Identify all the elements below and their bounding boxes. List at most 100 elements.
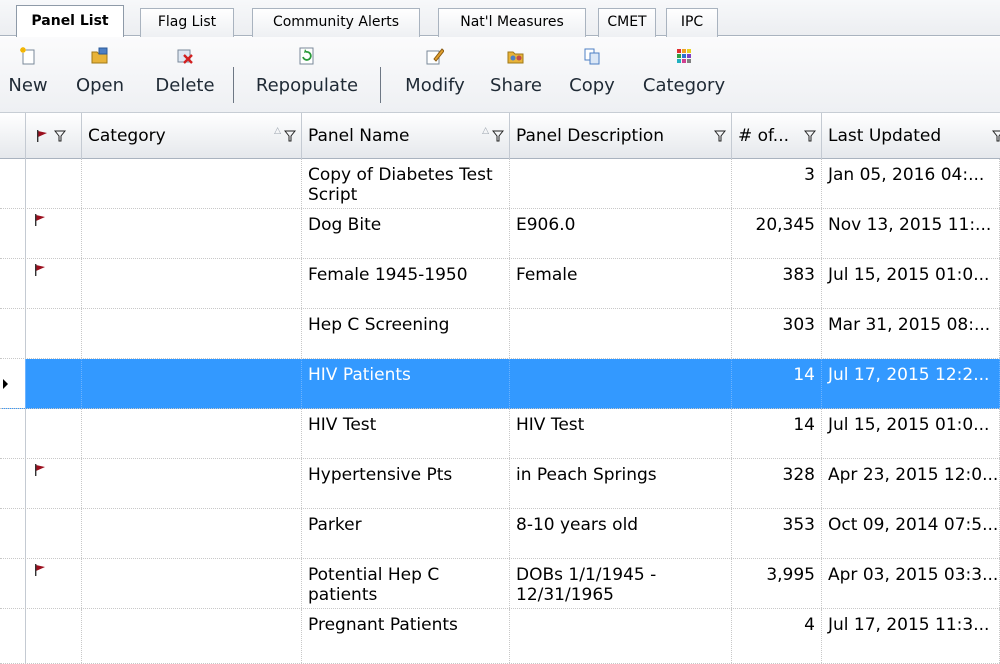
flag-cell[interactable]: [26, 209, 82, 258]
row-selector[interactable]: [0, 209, 26, 258]
panel-description-cell: 8-10 years old: [510, 509, 732, 558]
table-row[interactable]: Hep C Screening 303 Mar 31, 2015 08:...: [0, 309, 1000, 359]
copy-button[interactable]: Copy: [560, 41, 624, 109]
repopulate-label: Repopulate: [255, 75, 359, 96]
filter-funnel-icon[interactable]: [714, 130, 726, 142]
category-cell: [82, 559, 302, 608]
new-document-icon: [20, 47, 35, 65]
filter-funnel-icon[interactable]: [992, 130, 1000, 142]
column-header-last-updated[interactable]: Last Updated: [822, 113, 1000, 159]
new-button[interactable]: New: [0, 41, 56, 109]
last-updated-cell: Jul 15, 2015 01:0...: [822, 259, 1000, 308]
flag-cell[interactable]: [26, 409, 82, 458]
count-cell: 14: [732, 359, 822, 408]
panel-description-cell: E906.0: [510, 209, 732, 258]
share-icon: [507, 51, 524, 64]
filter-funnel-icon[interactable]: [54, 130, 66, 142]
count-cell: 383: [732, 259, 822, 308]
open-button[interactable]: Open: [62, 41, 138, 109]
toolbar-separator: [380, 67, 381, 103]
count-cell: 20,345: [732, 209, 822, 258]
flag-cell[interactable]: [26, 609, 82, 663]
tab-cmet[interactable]: CMET: [598, 8, 656, 37]
flag-cell[interactable]: [26, 559, 82, 608]
table-row[interactable]: Copy of Diabetes Test Script 3 Jan 05, 201…: [0, 159, 1000, 209]
grid-header: Category △ Panel Name △ Panel Descriptio…: [0, 113, 1000, 159]
filter-funnel-icon[interactable]: [492, 130, 504, 142]
last-updated-cell: Jan 05, 2016 04:...: [822, 159, 1000, 208]
last-updated-cell: Jul 17, 2015 12:2...: [822, 359, 1000, 408]
row-selector[interactable]: [0, 409, 26, 458]
column-header-panel-description[interactable]: Panel Description: [510, 113, 732, 159]
category-button[interactable]: Category: [634, 41, 734, 109]
delete-label: Delete: [155, 75, 215, 96]
row-selector[interactable]: [0, 609, 26, 663]
tab-panel-list[interactable]: Panel List: [16, 5, 124, 37]
table-row[interactable]: HIV Test HIV Test 14 Jul 15, 2015 01:0...: [0, 409, 1000, 459]
share-button[interactable]: Share: [482, 41, 550, 109]
last-updated-cell: Oct 09, 2014 07:5...: [822, 509, 1000, 558]
row-selector[interactable]: [0, 359, 26, 408]
flag-cell[interactable]: [26, 459, 82, 508]
category-grid-icon: [677, 49, 691, 63]
current-row-pointer-icon: [3, 378, 8, 389]
row-selector[interactable]: [0, 259, 26, 308]
panel-grid: Category △ Panel Name △ Panel Descriptio…: [0, 113, 1000, 664]
flag-cell[interactable]: [26, 509, 82, 558]
panel-name-cell: Copy of Diabetes Test Script: [302, 159, 510, 208]
table-row[interactable]: Female 1945-1950 Female 383 Jul 15, 2015 01…: [0, 259, 1000, 309]
flag-cell[interactable]: [26, 159, 82, 208]
panel-name-cell: Parker: [302, 509, 510, 558]
table-row[interactable]: HIV Patients 14 Jul 17, 2015 12:2...: [0, 359, 1000, 409]
last-updated-header-label: Last Updated: [828, 126, 942, 146]
panel-name-cell: Female 1945-1950: [302, 259, 510, 308]
tab-flag-list[interactable]: Flag List: [140, 8, 234, 37]
repopulate-button[interactable]: Repopulate: [246, 41, 368, 109]
row-selector[interactable]: [0, 559, 26, 608]
count-cell: 14: [732, 409, 822, 458]
tab-ipc[interactable]: IPC: [666, 8, 718, 37]
filter-funnel-icon[interactable]: [804, 130, 816, 142]
last-updated-cell: Jul 17, 2015 11:3...: [822, 609, 1000, 663]
flag-cell[interactable]: [26, 259, 82, 308]
row-selector[interactable]: [0, 459, 26, 508]
panel-description-cell: [510, 309, 732, 358]
panel-description-cell: HIV Test: [510, 409, 732, 458]
panel-list-window: Panel List Flag List Community Alerts Na…: [0, 0, 1000, 664]
row-selector[interactable]: [0, 509, 26, 558]
toolbar-separator: [233, 67, 234, 103]
count-header-label: # of...: [738, 126, 790, 146]
table-row[interactable]: Dog Bite E906.0 20,345 Nov 13, 2015 11:...: [0, 209, 1000, 259]
flag-cell[interactable]: [26, 359, 82, 408]
column-header-count[interactable]: # of...: [732, 113, 822, 159]
modify-icon: [426, 48, 444, 65]
flag-icon: [35, 214, 45, 226]
panel-description-header-label: Panel Description: [516, 126, 665, 146]
modify-button[interactable]: Modify: [390, 41, 480, 109]
filter-funnel-icon[interactable]: [284, 130, 296, 142]
row-selector[interactable]: [0, 159, 26, 208]
table-row[interactable]: Hypertensive Pts in Peach Springs 328 Apr 2…: [0, 459, 1000, 509]
new-label: New: [8, 75, 48, 96]
last-updated-cell: Mar 31, 2015 08:...: [822, 309, 1000, 358]
flag-column-header[interactable]: [26, 113, 82, 159]
table-row[interactable]: Potential Hep C patients DOBs 1/1/1945 - …: [0, 559, 1000, 609]
flag-icon: [37, 130, 47, 142]
count-cell: 303: [732, 309, 822, 358]
row-selector[interactable]: [0, 309, 26, 358]
table-row[interactable]: Pregnant Patients 4 Jul 17, 2015 11:3...: [0, 609, 1000, 664]
table-row[interactable]: Parker 8-10 years old 353 Oct 09, 2014 07:5…: [0, 509, 1000, 559]
flag-icon: [35, 264, 45, 276]
column-header-category[interactable]: Category △: [82, 113, 302, 159]
delete-button[interactable]: Delete: [146, 41, 224, 109]
count-cell: 328: [732, 459, 822, 508]
toolbar: New Open Delete Repopulate Modify Share …: [0, 37, 1000, 113]
category-cell: [82, 609, 302, 663]
column-header-panel-name[interactable]: Panel Name △: [302, 113, 510, 159]
flag-cell[interactable]: [26, 309, 82, 358]
open-label: Open: [75, 75, 125, 96]
tab-community-alerts[interactable]: Community Alerts: [252, 8, 420, 37]
category-cell: [82, 209, 302, 258]
tab-natl-measures[interactable]: Nat'l Measures: [438, 8, 586, 37]
category-label: Category: [642, 75, 726, 96]
